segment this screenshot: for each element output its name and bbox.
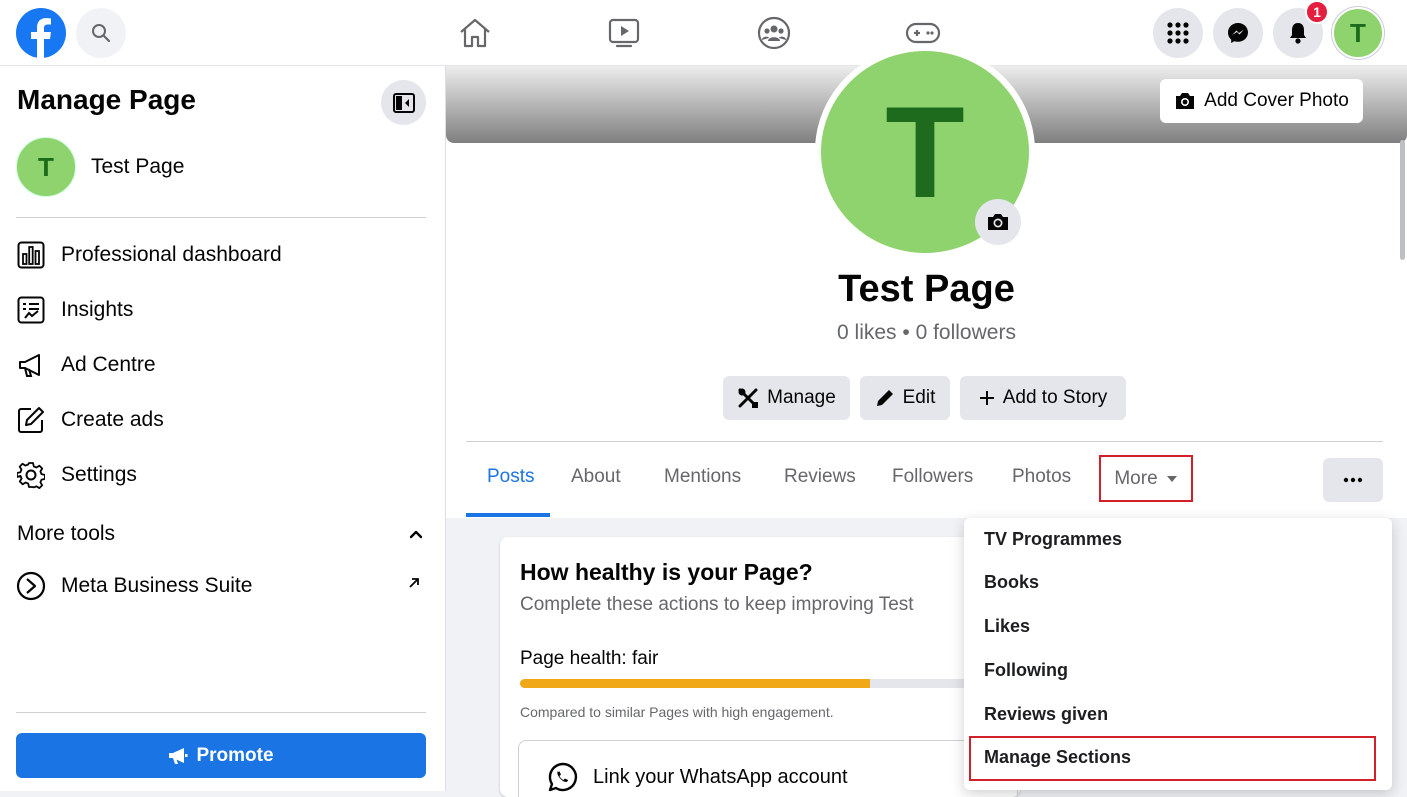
page-health-card: How healthy is your Page? Complete these… (500, 537, 1020, 797)
manage-label: Manage (767, 387, 836, 408)
tab-about[interactable]: About (571, 466, 621, 488)
tab-more-dropdown[interactable]: More (1099, 455, 1193, 502)
menu-button[interactable] (1153, 8, 1203, 58)
sidebar-tool-meta-business-suite[interactable]: Meta Business Suite (16, 562, 426, 610)
menu-item-likes[interactable]: Likes (984, 616, 1030, 637)
account-avatar[interactable]: T (1332, 7, 1384, 59)
sidebar-toggle-icon (392, 92, 415, 113)
meta-business-suite-icon (16, 571, 46, 601)
pencil-square-icon (16, 405, 46, 435)
camera-icon (1174, 91, 1196, 111)
manage-page-sidebar: Manage Page T Test Page Professional das… (0, 66, 446, 791)
scrollbar-thumb[interactable] (1400, 140, 1405, 260)
menu-item-following[interactable]: Following (984, 660, 1068, 681)
groups-nav-button[interactable] (744, 10, 804, 56)
game-controller-icon (905, 21, 941, 45)
megaphone-icon (16, 350, 46, 380)
home-nav-button[interactable] (445, 10, 505, 56)
edit-button[interactable]: Edit (860, 376, 950, 420)
sidebar-title: Manage Page (17, 84, 196, 115)
sidebar-item-insights[interactable]: Insights (16, 286, 426, 334)
whatsapp-link-label: Link your WhatsApp account (593, 765, 848, 788)
manage-sections-highlight (969, 736, 1376, 781)
health-progress-fill (520, 679, 871, 688)
sidebar-item-ad-centre[interactable]: Ad Centre (16, 341, 426, 389)
health-note: Compared to similar Pages with high enga… (520, 704, 834, 720)
add-to-story-button[interactable]: Add to Story (960, 376, 1126, 420)
ellipsis-icon (1343, 477, 1363, 483)
health-progress-bar (520, 679, 1000, 688)
sidebar-item-settings[interactable]: Settings (16, 451, 426, 499)
menu-item-reviews-given[interactable]: Reviews given (984, 704, 1108, 725)
active-tab-indicator (466, 513, 550, 517)
update-profile-picture-button[interactable] (975, 199, 1021, 245)
sidebar-item-label: Settings (61, 463, 137, 486)
chevron-up-icon (409, 529, 423, 539)
home-icon (458, 18, 492, 48)
promote-button[interactable]: Promote (16, 733, 426, 778)
messenger-icon (1227, 22, 1249, 44)
tools-icon (737, 387, 759, 409)
edit-label: Edit (902, 387, 936, 408)
more-options-button[interactable] (1323, 458, 1383, 502)
top-navigation-bar: 1 T (0, 0, 1407, 66)
tabs-divider (466, 441, 1383, 442)
whatsapp-link-card[interactable]: Link your WhatsApp account (518, 740, 1018, 797)
sidebar-item-label: Insights (61, 298, 134, 321)
insights-icon (16, 295, 46, 325)
external-link-icon (408, 577, 420, 589)
video-play-icon (608, 18, 640, 48)
messenger-button[interactable] (1213, 8, 1263, 58)
sidebar-item-create-ads[interactable]: Create ads (16, 396, 426, 444)
plus-icon (979, 390, 995, 406)
health-card-title: How healthy is your Page? (520, 559, 813, 585)
sidebar-page-name: Test Page (91, 155, 185, 178)
pencil-icon (875, 388, 895, 408)
more-tools-header[interactable]: More tools (17, 522, 427, 546)
promote-label: Promote (196, 744, 274, 766)
tab-mentions[interactable]: Mentions (664, 466, 741, 488)
search-icon (91, 23, 111, 43)
manage-button[interactable]: Manage (723, 376, 850, 420)
add-cover-photo-button[interactable]: Add Cover Photo (1160, 79, 1363, 123)
page-title: Test Page (838, 268, 1015, 310)
search-button[interactable] (76, 8, 126, 58)
bar-chart-icon (16, 240, 46, 270)
more-label: More (1114, 467, 1158, 489)
sidebar-bottom-divider (16, 712, 426, 713)
health-status-label: Page health: fair (520, 648, 659, 669)
menu-item-books[interactable]: Books (984, 572, 1039, 593)
add-cover-photo-label: Add Cover Photo (1204, 90, 1349, 111)
notification-badge: 1 (1305, 0, 1329, 24)
groups-icon (757, 16, 791, 50)
sidebar-item-professional-dashboard[interactable]: Professional dashboard (16, 231, 426, 279)
tab-reviews[interactable]: Reviews (784, 466, 856, 488)
sidebar-item-label: Create ads (61, 408, 164, 431)
page-stats: 0 likes • 0 followers (837, 321, 1016, 344)
whatsapp-icon (547, 761, 579, 793)
sidebar-item-label: Ad Centre (61, 353, 156, 376)
health-card-subtitle: Complete these actions to keep improving… (520, 594, 914, 615)
tab-posts[interactable]: Posts (487, 466, 535, 488)
page-avatar: T (16, 137, 76, 197)
collapse-sidebar-button[interactable] (381, 80, 426, 125)
tab-photos[interactable]: Photos (1012, 466, 1071, 488)
sidebar-page-switcher[interactable]: T Test Page (16, 136, 426, 198)
megaphone-icon (168, 747, 188, 765)
sidebar-item-label: Meta Business Suite (61, 574, 253, 597)
caret-down-icon (1166, 475, 1178, 483)
facebook-logo-icon[interactable] (16, 8, 66, 58)
camera-icon (986, 212, 1010, 232)
more-tools-label: More tools (17, 522, 116, 545)
menu-item-tv-programmes[interactable]: TV Programmes (984, 529, 1122, 550)
add-to-story-label: Add to Story (1002, 387, 1108, 408)
grid-menu-icon (1167, 22, 1189, 44)
sidebar-item-label: Professional dashboard (61, 243, 282, 266)
gear-icon (16, 460, 46, 490)
sidebar-divider (16, 217, 426, 218)
watch-nav-button[interactable] (594, 10, 654, 56)
bell-icon (1288, 22, 1308, 44)
tab-followers[interactable]: Followers (892, 466, 973, 488)
